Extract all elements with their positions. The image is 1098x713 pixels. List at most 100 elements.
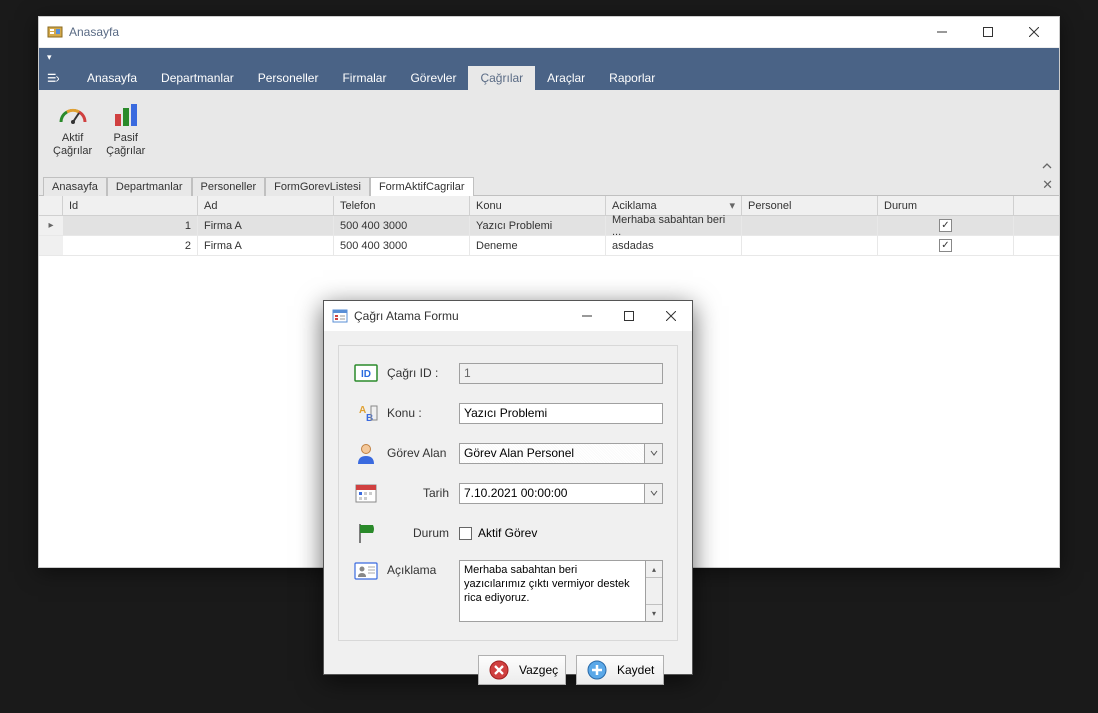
cell-konu: Yazıcı Problemi: [470, 216, 606, 235]
doc-tab-close-icon[interactable]: ✕: [1042, 177, 1053, 193]
cell-id: 1: [63, 216, 198, 235]
row-indicator: [39, 236, 63, 255]
data-grid: Id Ad Telefon Konu Aciklama▾ Personel Du…: [39, 196, 1059, 256]
grid-indicator-header: [39, 196, 63, 215]
sort-desc-icon: ▾: [729, 199, 735, 212]
input-konu[interactable]: [459, 403, 663, 424]
text-icon: AB: [353, 402, 379, 424]
cancel-icon: [489, 660, 509, 680]
doc-tab-formaktifcagrilar[interactable]: FormAktifCagrilar: [370, 177, 474, 196]
label-aciklama: Açıklama: [387, 560, 459, 577]
person-icon: [353, 442, 379, 464]
dialog-title: Çağrı Atama Formu: [354, 309, 566, 323]
svg-text:ID: ID: [361, 369, 371, 380]
checkbox-icon: ✓: [939, 239, 952, 252]
checkbox-aktif-gorev[interactable]: Aktif Görev: [459, 526, 537, 540]
ribbon-quick-access: ▾: [39, 48, 1059, 66]
label-gorev-alan: Görev Alan: [387, 446, 459, 460]
id-icon: ID: [353, 362, 379, 384]
cell-personel: [742, 216, 878, 235]
scroll-down-icon[interactable]: ▾: [646, 604, 662, 621]
doc-tab-formgorevlistesi[interactable]: FormGorevListesi: [265, 177, 370, 196]
ribbon-label: Pasif Çağrılar: [106, 132, 145, 158]
col-header-telefon[interactable]: Telefon: [334, 196, 470, 215]
table-row[interactable]: ▸ 1 Firma A 500 400 3000 Yazıcı Problemi…: [39, 216, 1059, 236]
app-icon: [47, 24, 63, 40]
cell-konu: Deneme: [470, 236, 606, 255]
datepicker-arrow-icon[interactable]: [645, 483, 663, 504]
dropdown-gorev-alan[interactable]: Görev Alan Personel: [459, 443, 663, 464]
gauge-icon: [57, 98, 89, 130]
ribbon-tab-cagrilar[interactable]: Çağrılar: [468, 66, 535, 90]
col-header-durum[interactable]: Durum: [878, 196, 1014, 215]
dialog-body: ID Çağrı ID : AB Konu : Görev Alan Görev…: [324, 331, 692, 699]
ribbon-tabstrip: Anasayfa Departmanlar Personeller Firmal…: [39, 66, 1059, 90]
cell-id: 2: [63, 236, 198, 255]
minimize-button[interactable]: [919, 17, 965, 47]
col-header-personel[interactable]: Personel: [742, 196, 878, 215]
cell-telefon: 500 400 3000: [334, 236, 470, 255]
row-indicator-icon: ▸: [39, 216, 63, 235]
ribbon-tab-anasayfa[interactable]: Anasayfa: [75, 66, 149, 90]
dialog-close-button[interactable]: [650, 302, 692, 330]
quick-dropdown-icon[interactable]: ▾: [47, 52, 52, 63]
add-icon: [587, 660, 607, 680]
ribbon-tab-personeller[interactable]: Personeller: [246, 66, 331, 90]
maximize-button[interactable]: [965, 17, 1011, 47]
cell-durum[interactable]: ✓: [878, 216, 1014, 235]
col-header-aciklama[interactable]: Aciklama▾: [606, 196, 742, 215]
input-cagri-id: [459, 363, 663, 384]
dialog-cagri-atama: Çağrı Atama Formu ID Çağrı ID : AB Konu …: [323, 300, 693, 675]
window-title: Anasayfa: [69, 25, 919, 39]
svg-text:B: B: [366, 413, 373, 424]
label-cagri-id: Çağrı ID :: [387, 366, 459, 380]
kaydet-button[interactable]: Kaydet: [576, 655, 664, 685]
textarea-aciklama[interactable]: [459, 560, 646, 622]
cell-telefon: 500 400 3000: [334, 216, 470, 235]
col-header-konu[interactable]: Konu: [470, 196, 606, 215]
ribbon-tab-raporlar[interactable]: Raporlar: [597, 66, 667, 90]
cell-durum[interactable]: ✓: [878, 236, 1014, 255]
form-panel: ID Çağrı ID : AB Konu : Görev Alan Görev…: [338, 345, 678, 641]
ribbon-label: Aktif Çağrılar: [53, 132, 92, 158]
cell-personel: [742, 236, 878, 255]
dialog-icon: [332, 308, 348, 324]
checkbox-icon: [459, 527, 472, 540]
col-header-ad[interactable]: Ad: [198, 196, 334, 215]
dialog-titlebar: Çağrı Atama Formu: [324, 301, 692, 331]
checkbox-icon: ✓: [939, 219, 952, 232]
ribbon-collapse-icon[interactable]: [1041, 160, 1053, 172]
label-konu: Konu :: [387, 406, 459, 420]
flag-icon: [353, 522, 379, 544]
ribbon-btn-aktif-cagrilar[interactable]: Aktif Çağrılar: [47, 96, 98, 160]
table-row[interactable]: 2 Firma A 500 400 3000 Deneme asdadas ✓: [39, 236, 1059, 256]
ribbon-btn-pasif-cagrilar[interactable]: Pasif Çağrılar: [100, 96, 151, 160]
doc-tab-anasayfa[interactable]: Anasayfa: [43, 177, 107, 196]
doc-tab-personeller[interactable]: Personeller: [192, 177, 266, 196]
textarea-scrollbar[interactable]: ▴ ▾: [646, 560, 663, 622]
doc-tab-departmanlar[interactable]: Departmanlar: [107, 177, 192, 196]
dropdown-arrow-icon[interactable]: [645, 443, 663, 464]
dialog-minimize-button[interactable]: [566, 302, 608, 330]
ribbon-tab-firmalar[interactable]: Firmalar: [330, 66, 398, 90]
label-durum: Durum: [387, 526, 459, 540]
scroll-up-icon[interactable]: ▴: [646, 561, 662, 578]
datepicker-tarih[interactable]: 7.10.2021 00:00:00: [459, 483, 663, 504]
document-tabstrip: Anasayfa Departmanlar Personeller FormGo…: [39, 174, 1059, 196]
calendar-icon: [353, 482, 379, 504]
app-menu-icon[interactable]: [47, 68, 67, 88]
label-tarih: Tarih: [387, 486, 459, 500]
ribbon-tab-gorevler[interactable]: Görevler: [398, 66, 468, 90]
close-button[interactable]: [1011, 17, 1057, 47]
dialog-maximize-button[interactable]: [608, 302, 650, 330]
cell-aciklama: asdadas: [606, 236, 742, 255]
ribbon-panel: Aktif Çağrılar Pasif Çağrılar: [39, 90, 1059, 174]
col-header-id[interactable]: Id: [63, 196, 198, 215]
cell-ad: Firma A: [198, 236, 334, 255]
vazgec-button[interactable]: Vazgeç: [478, 655, 566, 685]
ribbon-tab-araclar[interactable]: Araçlar: [535, 66, 597, 90]
grid-header-row: Id Ad Telefon Konu Aciklama▾ Personel Du…: [39, 196, 1059, 216]
cell-ad: Firma A: [198, 216, 334, 235]
ribbon-tab-departmanlar[interactable]: Departmanlar: [149, 66, 246, 90]
titlebar: Anasayfa: [39, 17, 1059, 48]
